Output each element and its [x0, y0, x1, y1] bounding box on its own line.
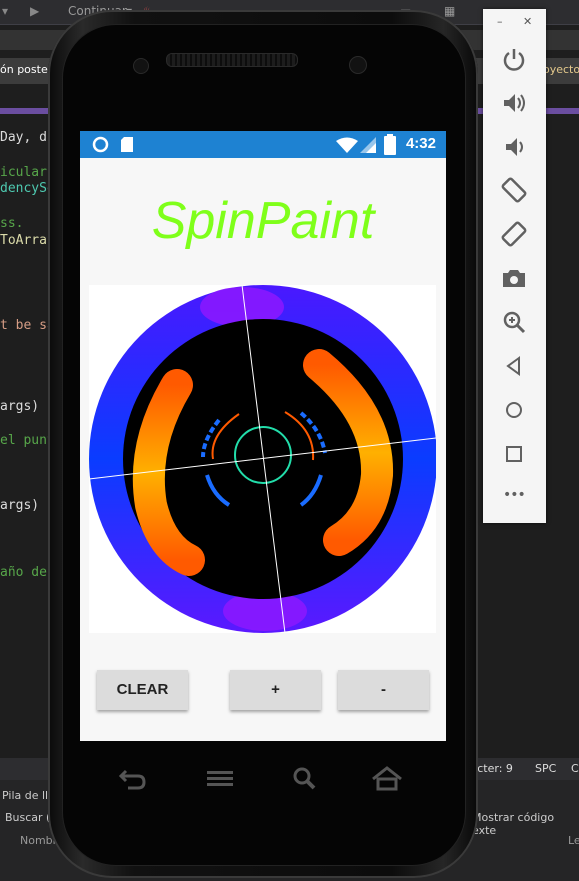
menu-icon[interactable]	[205, 765, 235, 793]
code-line: ss.	[0, 216, 24, 231]
zoom-icon[interactable]	[499, 307, 529, 337]
spin-paint-canvas[interactable]	[88, 284, 437, 634]
volume-up-icon[interactable]	[499, 88, 529, 118]
front-camera	[349, 56, 367, 74]
code-line: Day, d	[0, 130, 47, 145]
rotate-left-icon[interactable]	[499, 175, 529, 205]
volume-down-icon[interactable]	[499, 132, 529, 162]
home-icon[interactable]	[499, 395, 529, 425]
info-bar-text-right-2: oyecto	[543, 63, 579, 76]
android-statusbar: 4:32	[80, 131, 446, 158]
signal-icon	[360, 137, 376, 153]
back-icon[interactable]	[118, 765, 148, 793]
code-line: ToArra	[0, 233, 47, 248]
code-line: dencySe	[0, 181, 55, 196]
overview-icon[interactable]	[499, 439, 529, 469]
play-icon[interactable]: ▶	[30, 4, 39, 18]
close-button[interactable]: ✕	[523, 15, 532, 28]
sync-icon	[92, 136, 109, 153]
code-line: año del	[0, 565, 55, 580]
code-line: icular	[0, 165, 47, 180]
search-icon[interactable]	[290, 765, 320, 793]
emulator-sidebar: – ✕ •••	[483, 9, 546, 523]
painted-disc[interactable]	[88, 284, 437, 634]
power-icon[interactable]	[499, 44, 529, 74]
toolbar-icon[interactable]: ▦	[444, 4, 455, 18]
home-icon[interactable]	[370, 765, 404, 793]
column-header-right: Le	[568, 834, 579, 847]
status-clock: 4:32	[405, 135, 436, 152]
code-line: t be sa	[0, 318, 55, 333]
wifi-icon	[336, 137, 358, 153]
spc-indicator[interactable]: SPC	[535, 762, 556, 775]
proximity-sensor	[133, 58, 149, 74]
clear-button[interactable]: CLEAR	[97, 670, 188, 710]
earpiece-speaker	[166, 53, 298, 67]
sd-card-icon	[121, 137, 133, 152]
minimize-button[interactable]: –	[497, 15, 503, 28]
show-external-code[interactable]: Mostrar código exte	[472, 811, 579, 837]
camera-icon[interactable]	[499, 263, 529, 293]
minus-button[interactable]: -	[338, 670, 429, 710]
back-icon[interactable]	[499, 351, 529, 381]
more-icon[interactable]: •••	[503, 487, 526, 503]
code-line: args)	[0, 498, 40, 513]
phone-screen: 4:32 SpinPaint CLEAR + -	[80, 131, 446, 741]
battery-icon	[384, 134, 396, 155]
dropdown-icon[interactable]: ▾	[2, 4, 8, 18]
app-title: SpinPaint	[151, 192, 375, 250]
status-extra: C	[571, 762, 579, 775]
code-line: args)	[0, 399, 40, 414]
rotate-right-icon[interactable]	[499, 219, 529, 249]
code-line: el punt	[0, 433, 55, 448]
plus-button[interactable]: +	[230, 670, 321, 710]
